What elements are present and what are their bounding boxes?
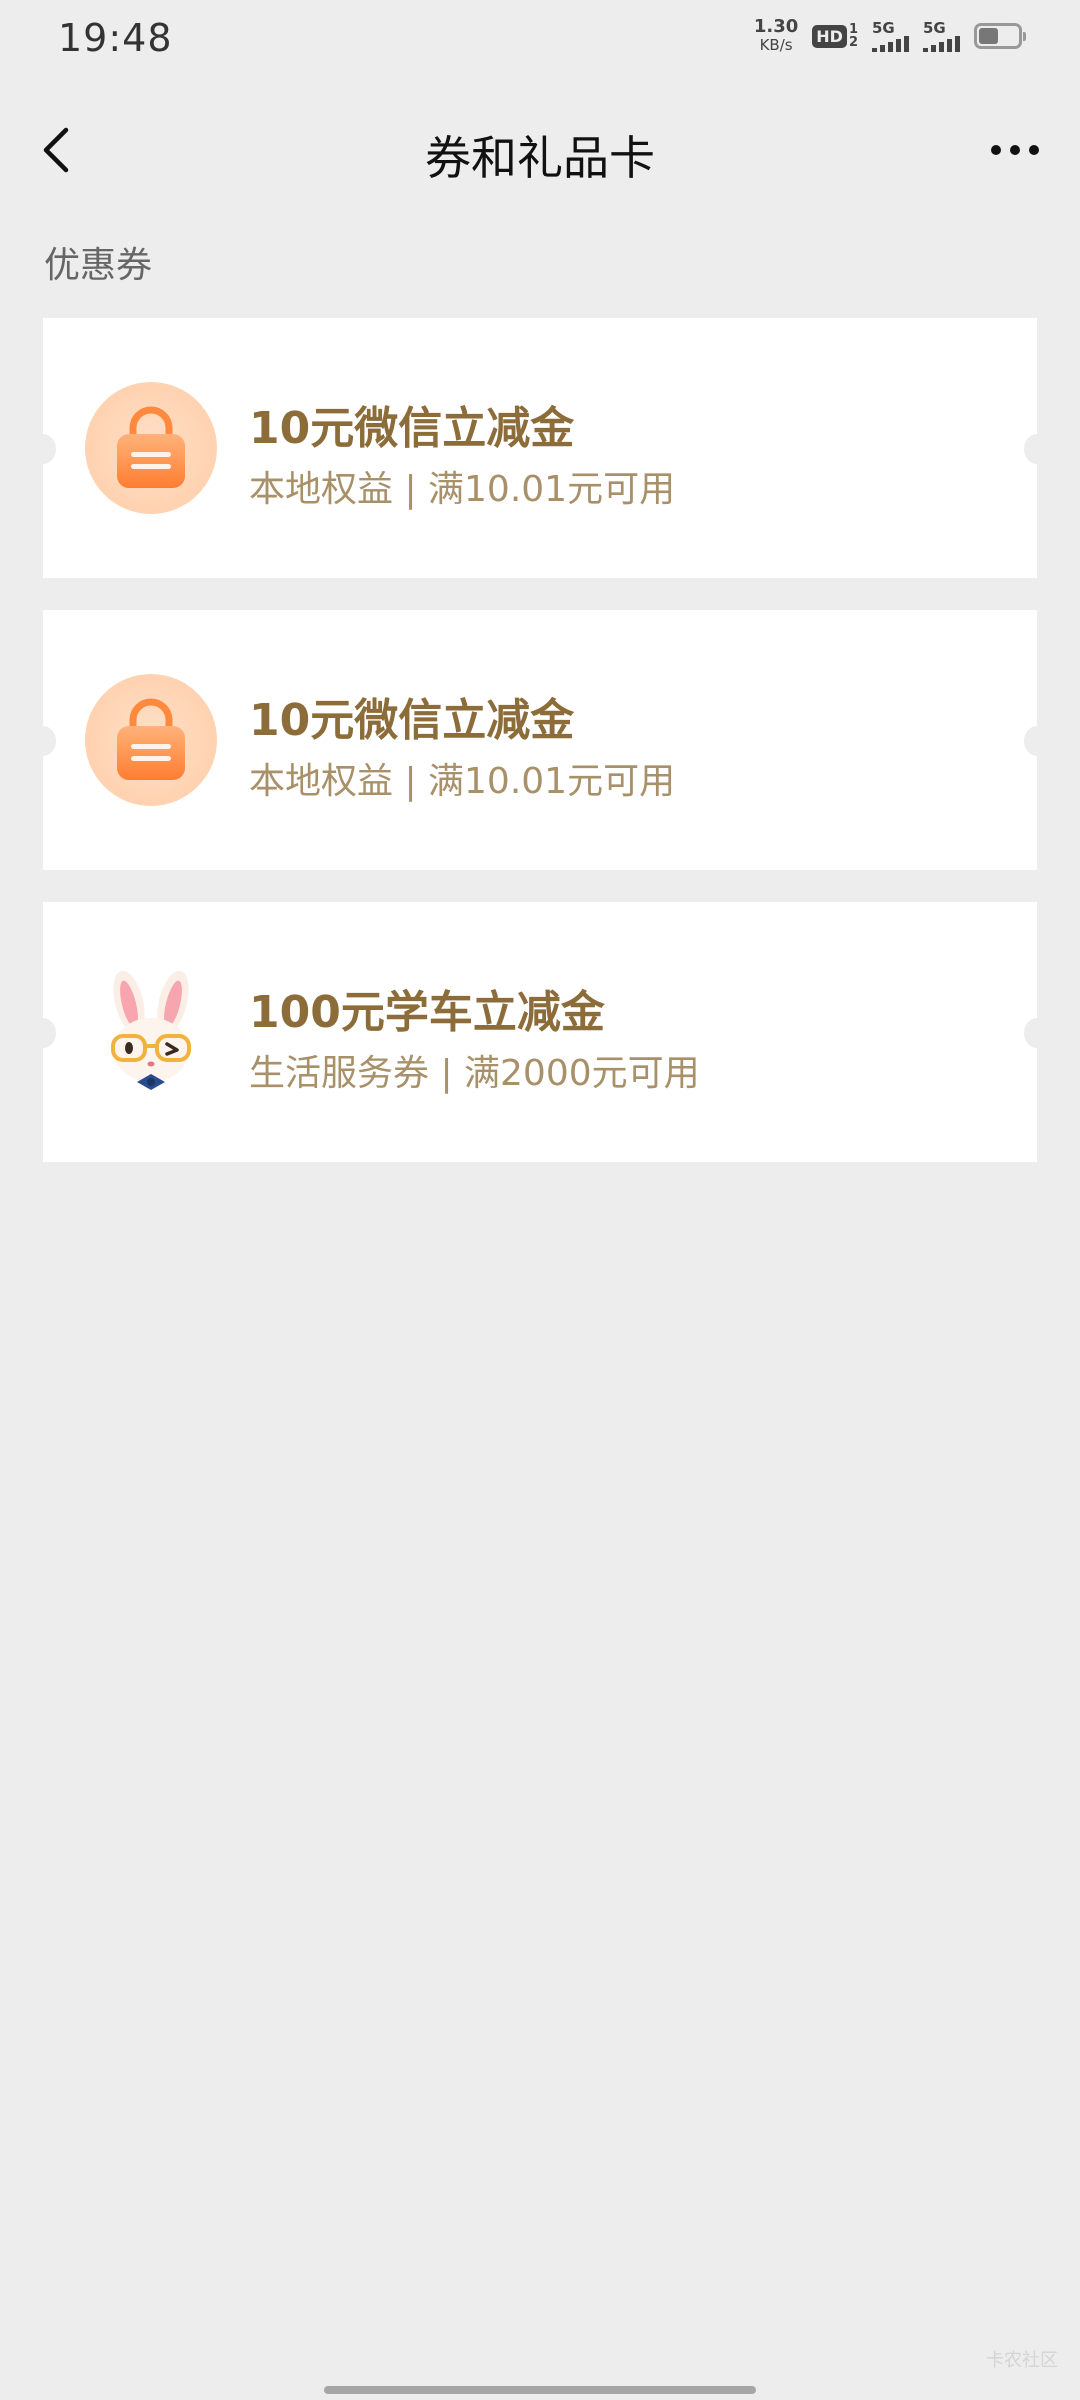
coupon-description: 生活服务券 | 满2000元可用: [249, 1053, 700, 1094]
shopping-bag-icon: [85, 382, 217, 514]
sim2-signal-bars: [923, 35, 960, 52]
ticket-notch-left: [30, 434, 56, 464]
sim1-network-type: 5G: [872, 18, 895, 37]
hd-sub: 1 2: [849, 23, 858, 49]
coupon-card[interactable]: 10元微信立减金 本地权益 | 满10.01元可用: [30, 318, 1050, 578]
coupon-card[interactable]: 10元微信立减金 本地权益 | 满10.01元可用: [30, 610, 1050, 870]
navigation-bar: 券和礼品卡: [0, 100, 1080, 200]
shopping-bag-icon: [85, 674, 217, 806]
section-label-coupons: 优惠券: [44, 245, 153, 286]
more-button[interactable]: [980, 126, 1050, 174]
status-icons: 1.30 KB/s HD 1 2 5G 5G: [753, 16, 1026, 55]
coupon-description: 本地权益 | 满10.01元可用: [249, 761, 676, 802]
status-bar: 19:48 1.30 KB/s HD 1 2 5G 5G: [0, 0, 1080, 80]
network-speed-unit: KB/s: [759, 36, 793, 54]
network-speed-value: 1.30: [753, 16, 799, 37]
hd-label: HD: [812, 24, 847, 48]
ticket-notch-right: [1024, 1018, 1050, 1048]
coupon-title: 10元微信立减金: [249, 403, 575, 454]
watermark: 卡农社区: [986, 2350, 1058, 2371]
hd-voice-icon: HD 1 2: [812, 23, 858, 49]
sim1-signal-icon: 5G: [872, 18, 909, 52]
sim2-network-type: 5G: [923, 18, 946, 37]
status-time: 19:48: [58, 16, 173, 60]
sim1-signal-bars: [872, 35, 909, 52]
coupon-title: 10元微信立减金: [249, 695, 575, 746]
home-indicator[interactable]: [324, 2386, 756, 2394]
ticket-notch-left: [30, 726, 56, 756]
hd-sub-bottom: 2: [848, 35, 858, 50]
sim2-signal-icon: 5G: [923, 18, 960, 52]
more-horizontal-icon: [991, 145, 1039, 155]
battery-icon: [974, 23, 1026, 49]
network-speed: 1.30 KB/s: [753, 16, 799, 55]
rabbit-mascot-icon: [111, 970, 191, 1090]
coupon-description: 本地权益 | 满10.01元可用: [249, 469, 676, 510]
page-title: 券和礼品卡: [425, 131, 655, 185]
ticket-notch-left: [30, 1018, 56, 1048]
coupon-card[interactable]: 100元学车立减金 生活服务券 | 满2000元可用: [30, 902, 1050, 1162]
ticket-notch-right: [1024, 434, 1050, 464]
battery-level: [979, 28, 998, 44]
ticket-notch-right: [1024, 726, 1050, 756]
coupon-title: 100元学车立减金: [249, 987, 605, 1038]
